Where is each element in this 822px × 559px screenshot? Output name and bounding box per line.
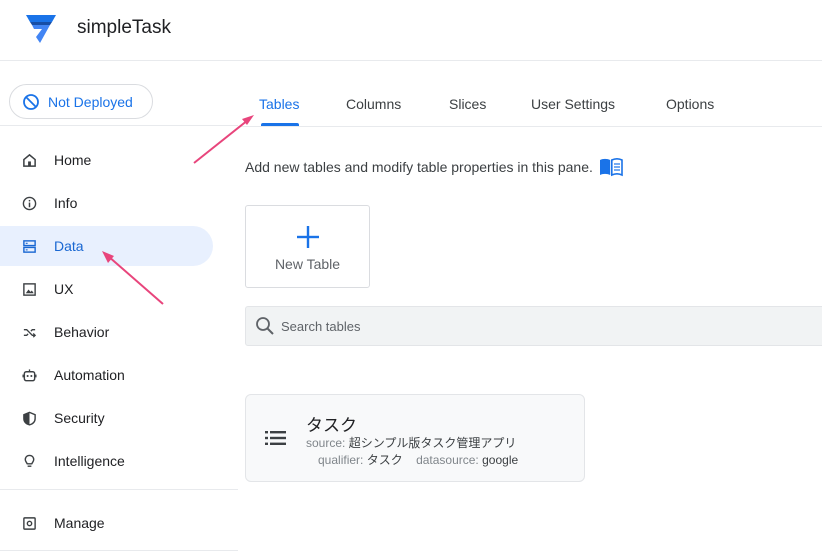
sidebar-divider <box>0 489 238 490</box>
tab-options[interactable]: Options <box>666 96 714 112</box>
tab-bar: Tables Columns Slices User Settings Opti… <box>238 83 822 127</box>
sidebar-item-automation[interactable]: Automation <box>0 355 213 395</box>
pane-description-text: Add new tables and modify table properti… <box>245 159 593 175</box>
image-icon <box>21 281 38 298</box>
deploy-status-button[interactable]: Not Deployed <box>9 84 153 119</box>
tab-columns[interactable]: Columns <box>346 96 401 112</box>
source-value: 超シンプル版タスク管理アプリ <box>348 436 517 450</box>
sidebar-item-intelligence[interactable]: Intelligence <box>0 441 213 481</box>
qualifier-key: qualifier: <box>318 453 364 467</box>
tab-tables[interactable]: Tables <box>259 96 299 112</box>
table-name: タスク <box>306 416 357 435</box>
table-source: source: 超シンプル版タスク管理アプリ <box>306 434 516 451</box>
new-table-button[interactable]: New Table <box>245 205 370 288</box>
sidebar-divider <box>0 550 238 551</box>
home-icon <box>21 152 38 169</box>
sidebar-item-home[interactable]: Home <box>0 140 213 180</box>
not-deployed-icon <box>22 93 40 111</box>
sidebar-item-label: Home <box>54 152 92 168</box>
lightbulb-icon <box>21 453 38 470</box>
data-icon <box>21 238 38 255</box>
list-icon <box>265 429 287 447</box>
sidebar-item-behavior[interactable]: Behavior <box>0 312 213 352</box>
top-bar: simpleTask <box>0 0 822 61</box>
qualifier-value: タスク <box>366 453 403 467</box>
sidebar-item-data[interactable]: Data <box>0 226 213 266</box>
app-title: simpleTask <box>77 17 171 38</box>
table-card[interactable]: タスク source: 超シンプル版タスク管理アプリ qualifier: タス… <box>245 394 585 482</box>
sidebar-item-label: Manage <box>54 515 105 531</box>
sidebar-item-security[interactable]: Security <box>0 398 213 438</box>
sidebar-item-label: Security <box>54 410 105 426</box>
sidebar-item-label: Intelligence <box>54 453 125 469</box>
sidebar-item-ux[interactable]: UX <box>0 269 213 309</box>
table-qualifier-datasource: qualifier: タスク datasource: google <box>318 451 518 468</box>
sidebar: Not Deployed Home Info Data UX Behavior … <box>0 61 238 559</box>
info-icon <box>21 195 38 212</box>
app-logo-icon <box>26 15 56 43</box>
pane-description: Add new tables and modify table properti… <box>245 157 623 177</box>
sidebar-item-label: Info <box>54 195 78 211</box>
sidebar-item-label: Behavior <box>54 324 110 340</box>
deploy-status-label: Not Deployed <box>48 93 133 110</box>
source-key: source: <box>306 436 346 450</box>
search-icon <box>255 316 275 336</box>
plus-icon <box>296 225 320 249</box>
sidebar-item-label: UX <box>54 281 74 297</box>
sidebar-divider <box>0 125 238 126</box>
search-bar[interactable] <box>245 306 822 346</box>
main-pane: Tables Columns Slices User Settings Opti… <box>238 61 822 559</box>
search-input[interactable] <box>281 318 681 334</box>
datasource-key: datasource: <box>416 453 479 467</box>
sidebar-item-manage[interactable]: Manage <box>0 503 213 543</box>
shuffle-icon <box>21 324 38 341</box>
tab-slices[interactable]: Slices <box>449 96 486 112</box>
datasource-value: google <box>482 453 519 467</box>
sidebar-item-label: Data <box>54 238 84 254</box>
active-tab-indicator <box>261 123 299 126</box>
tab-user-settings[interactable]: User Settings <box>531 96 615 112</box>
sidebar-item-label: Automation <box>54 367 125 383</box>
sidebar-item-info[interactable]: Info <box>0 183 213 223</box>
book-icon[interactable] <box>599 157 623 177</box>
new-table-label: New Table <box>274 256 341 272</box>
robot-icon <box>21 367 38 384</box>
gear-box-icon <box>21 515 38 532</box>
shield-icon <box>21 410 38 427</box>
